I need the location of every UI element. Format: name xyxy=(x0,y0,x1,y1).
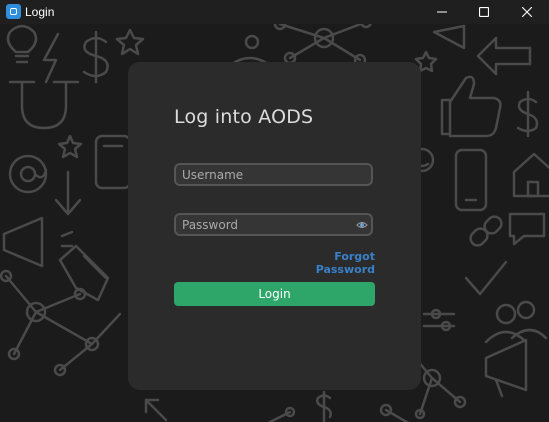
dollar-icon-3 xyxy=(316,390,332,422)
people-icon xyxy=(230,34,270,66)
thumbs-up-icon xyxy=(440,75,502,138)
forgot-password-link[interactable]: Forgot Password xyxy=(285,250,375,276)
lightning-icon xyxy=(42,32,60,84)
arrow-icon xyxy=(144,398,168,422)
eye-icon[interactable] xyxy=(356,219,368,231)
close-button[interactable] xyxy=(505,0,549,24)
login-button[interactable]: Login xyxy=(174,282,375,306)
minimize-icon xyxy=(437,11,447,13)
checkmark-icon xyxy=(464,260,508,296)
title-bar: Login xyxy=(0,0,549,24)
star-icon xyxy=(115,28,145,56)
link-icon xyxy=(469,215,503,247)
chat-icon xyxy=(508,212,546,246)
dollar-icon xyxy=(82,30,109,84)
password-field[interactable] xyxy=(174,213,373,236)
megaphone-icon-3 xyxy=(484,338,528,398)
node-icon xyxy=(268,403,410,422)
window-title: Login xyxy=(25,5,55,19)
email-at-icon xyxy=(8,154,48,194)
close-icon xyxy=(522,7,532,17)
maximize-button[interactable] xyxy=(462,0,506,24)
lightbulb-icon xyxy=(6,24,38,64)
arrow-left-icon xyxy=(476,36,532,76)
network-icon-2 xyxy=(273,24,372,67)
star-icon-2 xyxy=(57,134,83,159)
network-icon xyxy=(0,269,122,377)
house-icon xyxy=(512,152,549,198)
phone-icon xyxy=(94,134,132,190)
maximize-icon xyxy=(479,7,489,17)
dollar-icon-2 xyxy=(516,90,539,138)
username-field[interactable] xyxy=(174,163,373,186)
minimize-button[interactable] xyxy=(420,0,464,24)
login-title: Log into AODS xyxy=(174,106,314,128)
app-icon xyxy=(6,4,21,19)
megaphone-icon-2 xyxy=(432,24,466,50)
arrow-down-icon xyxy=(54,170,82,216)
magnet-icon xyxy=(8,80,80,130)
smartphone-icon xyxy=(454,148,488,212)
login-card: Log into AODS Forgot Password Login xyxy=(128,62,421,390)
people-icon-2 xyxy=(484,300,548,344)
sliders-icon xyxy=(422,308,456,332)
